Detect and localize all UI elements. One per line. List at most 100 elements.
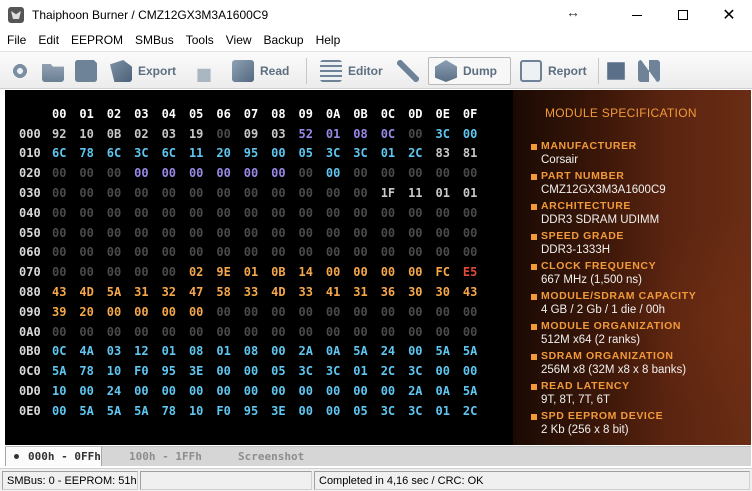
hex-byte-cell[interactable]: 00 [381,325,408,339]
open-button[interactable] [42,57,70,85]
hex-byte-cell[interactable]: 11 [189,146,216,160]
hex-byte-cell[interactable]: 10 [79,127,106,141]
hex-byte-cell[interactable]: 00 [326,226,353,240]
hex-byte-cell[interactable]: 10 [52,384,79,398]
hex-byte-cell[interactable]: 01 [326,127,353,141]
hex-byte-cell[interactable]: 00 [107,166,134,180]
hex-byte-cell[interactable]: 6C [162,146,189,160]
hex-byte-cell[interactable]: 00 [244,226,271,240]
hex-byte-cell[interactable]: F0 [134,364,161,378]
hex-byte-cell[interactable]: 00 [271,166,298,180]
hex-byte-cell[interactable]: 00 [326,166,353,180]
hex-byte-cell[interactable]: 00 [216,166,243,180]
hex-byte-cell[interactable]: 00 [189,166,216,180]
editor-button[interactable]: Editor [320,57,383,85]
hex-byte-cell[interactable]: 2A [299,344,326,358]
hex-byte-cell[interactable]: 00 [162,305,189,319]
hex-byte-cell[interactable]: 78 [79,146,106,160]
hex-byte-cell[interactable]: 01 [216,344,243,358]
tools-button[interactable] [397,57,425,85]
hex-byte-cell[interactable]: 12 [134,344,161,358]
hex-byte-cell[interactable]: 00 [271,206,298,220]
hex-byte-cell[interactable]: 00 [381,226,408,240]
hex-byte-cell[interactable]: 00 [134,206,161,220]
hex-byte-cell[interactable]: 00 [52,186,79,200]
hex-byte-cell[interactable]: 00 [408,344,435,358]
hex-byte-cell[interactable]: 00 [216,305,243,319]
hex-byte-cell[interactable]: 01 [435,404,462,418]
hex-byte-cell[interactable]: 31 [134,285,161,299]
hex-byte-cell[interactable]: 3C [326,364,353,378]
hex-byte-cell[interactable]: 95 [244,404,271,418]
hex-byte-cell[interactable]: 08 [353,127,380,141]
hex-byte-cell[interactable]: 00 [271,186,298,200]
hex-byte-cell[interactable]: 00 [134,245,161,259]
hex-byte-cell[interactable]: 00 [408,206,435,220]
hex-byte-cell[interactable]: 00 [162,226,189,240]
hex-byte-cell[interactable]: 00 [299,226,326,240]
hex-byte-cell[interactable]: 00 [244,186,271,200]
hex-byte-cell[interactable]: 00 [52,404,79,418]
hex-byte-cell[interactable]: 0C [381,127,408,141]
hex-byte-cell[interactable]: 05 [271,364,298,378]
hex-byte-cell[interactable]: 00 [326,404,353,418]
hex-byte-cell[interactable]: 24 [107,384,134,398]
hex-byte-cell[interactable]: 00 [408,305,435,319]
hex-byte-cell[interactable]: 01 [162,344,189,358]
hex-byte-cell[interactable]: 00 [134,305,161,319]
hex-byte-cell[interactable]: 00 [216,127,243,141]
hex-byte-cell[interactable]: 5A [107,404,134,418]
hex-byte-cell[interactable]: 58 [216,285,243,299]
hex-byte-cell[interactable]: 00 [244,245,271,259]
hex-byte-cell[interactable]: 00 [107,325,134,339]
hex-byte-cell[interactable]: 00 [463,127,490,141]
lock-button[interactable] [193,57,221,85]
save-button[interactable] [75,57,103,85]
hex-byte-cell[interactable]: 33 [299,285,326,299]
hex-byte-cell[interactable]: 00 [353,245,380,259]
tab-screenshot[interactable]: Screenshot [238,447,304,466]
resize-arrows-icon[interactable]: ↔ [566,4,580,20]
hex-byte-cell[interactable]: 43 [52,285,79,299]
chip-button[interactable] [605,57,633,85]
hex-byte-cell[interactable]: 00 [79,206,106,220]
hex-byte-cell[interactable]: 00 [216,186,243,200]
hex-byte-cell[interactable]: 00 [381,384,408,398]
hex-byte-cell[interactable]: 00 [162,206,189,220]
hex-byte-cell[interactable]: 4A [79,344,106,358]
hex-byte-cell[interactable]: 00 [162,166,189,180]
hex-byte-cell[interactable]: 00 [162,186,189,200]
hex-byte-cell[interactable]: 00 [326,186,353,200]
hex-byte-cell[interactable]: 00 [326,325,353,339]
hex-byte-cell[interactable]: 00 [326,245,353,259]
hex-byte-cell[interactable]: 78 [79,364,106,378]
hex-byte-cell[interactable]: 3C [353,146,380,160]
hex-byte-cell[interactable]: 30 [408,285,435,299]
hex-byte-cell[interactable]: 36 [381,285,408,299]
hex-byte-cell[interactable]: 00 [189,186,216,200]
hex-byte-cell[interactable]: 00 [107,226,134,240]
hex-byte-cell[interactable]: 0A [326,344,353,358]
hex-byte-cell[interactable]: 5A [463,384,490,398]
hex-byte-cell[interactable]: 92 [52,127,79,141]
hex-byte-cell[interactable]: 00 [79,384,106,398]
hex-byte-cell[interactable]: 00 [79,325,106,339]
hex-byte-cell[interactable]: 3C [435,127,462,141]
dump-button[interactable]: Dump [428,57,511,85]
hex-byte-cell[interactable]: 11 [408,186,435,200]
hex-byte-cell[interactable]: 05 [353,404,380,418]
hex-byte-cell[interactable]: 08 [189,344,216,358]
hex-byte-cell[interactable]: 9E [216,265,243,279]
hex-byte-cell[interactable]: 00 [216,364,243,378]
hex-byte-cell[interactable]: 00 [353,325,380,339]
hex-byte-cell[interactable]: 00 [189,384,216,398]
hex-byte-cell[interactable]: F0 [216,404,243,418]
hex-byte-cell[interactable]: 00 [271,226,298,240]
hex-byte-cell[interactable]: 00 [52,206,79,220]
hex-byte-cell[interactable]: 03 [271,127,298,141]
hex-byte-cell[interactable]: 00 [52,226,79,240]
hex-byte-cell[interactable]: 43 [463,285,490,299]
hex-byte-cell[interactable]: 0A [435,384,462,398]
menu-help[interactable]: Help [309,33,346,47]
hex-byte-cell[interactable]: 4D [271,285,298,299]
